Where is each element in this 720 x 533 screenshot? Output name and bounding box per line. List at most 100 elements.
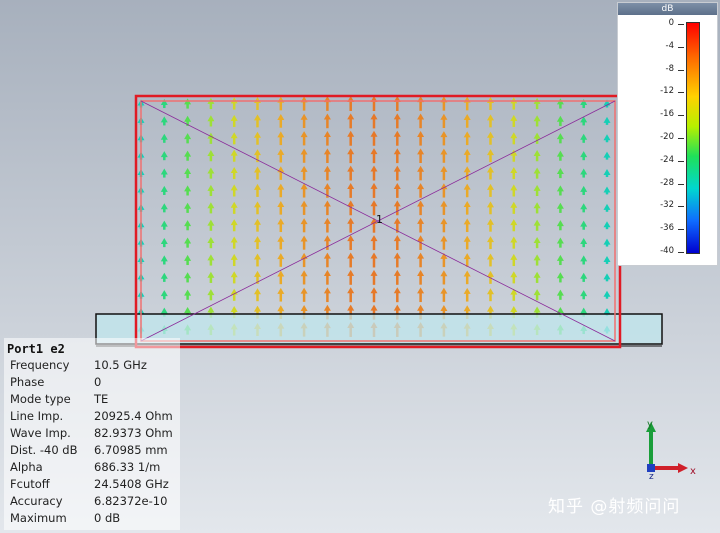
legend-tick-label: -28 — [660, 177, 674, 188]
info-value: 0 dB — [94, 511, 121, 525]
x-axis-label: x — [690, 466, 696, 477]
field-arrow — [533, 132, 541, 144]
field-arrow — [463, 166, 471, 180]
field-arrow — [347, 96, 355, 111]
legend-tick-label: -20 — [660, 132, 674, 142]
field-arrow — [160, 151, 168, 161]
legend-tick-label: -12 — [660, 86, 674, 97]
field-arrow — [300, 270, 308, 285]
field-arrow — [556, 150, 564, 161]
field-arrow — [254, 114, 261, 128]
field-arrow — [580, 238, 588, 248]
field-arrow — [254, 288, 261, 302]
field-arrow — [417, 130, 425, 146]
field-arrow — [603, 238, 611, 247]
legend-tick-label: -16 — [660, 109, 674, 120]
field-arrow — [160, 116, 168, 126]
field-arrow — [184, 98, 192, 109]
field-arrow — [417, 270, 425, 285]
field-arrow — [580, 185, 588, 195]
field-arrow — [463, 287, 471, 302]
field-arrow — [417, 287, 425, 303]
field-arrow — [207, 150, 215, 162]
field-arrow — [160, 133, 168, 143]
field-arrow — [417, 183, 425, 198]
field-arrow — [347, 235, 355, 251]
field-arrow — [510, 253, 518, 267]
info-label: Dist. -40 dB — [10, 443, 78, 457]
field-arrow — [393, 200, 401, 216]
field-arrow — [463, 200, 471, 215]
field-arrow — [393, 252, 401, 268]
field-arrow — [323, 217, 331, 233]
field-arrow — [184, 254, 192, 266]
info-label: Mode type — [10, 392, 71, 406]
field-arrow — [184, 220, 192, 231]
legend-tick-mark — [678, 138, 684, 139]
field-arrow — [323, 270, 331, 285]
field-arrow — [580, 290, 588, 300]
field-arrow — [556, 202, 564, 213]
field-arrow — [603, 151, 611, 160]
field-arrow — [300, 183, 308, 198]
field-arrow — [510, 201, 518, 214]
field-arrow — [393, 130, 401, 146]
field-arrow — [487, 218, 494, 232]
field-arrow — [580, 255, 588, 265]
field-arrow — [207, 184, 215, 197]
info-label: Phase — [10, 375, 45, 389]
info-label: Line Imp. — [10, 409, 64, 423]
field-arrow — [533, 271, 541, 283]
field-arrow — [230, 219, 238, 232]
watermark: 知乎 @射频问问 — [548, 497, 681, 517]
field-arrow — [254, 131, 261, 145]
info-value: 6.82372e-10 — [94, 494, 168, 508]
field-arrow — [207, 167, 215, 179]
info-row-fcutoff: Fcutoff 24.5408 GHz — [10, 477, 180, 494]
info-label: Maximum — [10, 511, 67, 525]
info-value: 6.70985 mm — [94, 443, 168, 457]
field-arrow — [160, 185, 168, 195]
field-arrow — [510, 271, 518, 284]
legend-tick-mark — [678, 229, 684, 231]
field-arrow — [254, 166, 261, 180]
field-arrow — [184, 133, 192, 144]
field-arrow — [277, 218, 285, 233]
field-arrow — [347, 200, 355, 216]
field-arrow — [184, 150, 192, 161]
3d-viewport[interactable]: 1 Port1 e2 Frequency 10.5 GHz Phase 0 Mo… — [0, 0, 720, 533]
field-arrow — [323, 200, 331, 216]
legend-tick-mark — [678, 69, 684, 71]
field-arrow — [463, 218, 471, 233]
field-arrow — [603, 169, 611, 178]
info-value: 10.5 GHz — [94, 358, 147, 372]
field-arrow — [184, 185, 192, 196]
field-arrow — [300, 165, 308, 181]
port-mode-title: Port1 e2 — [7, 342, 65, 356]
field-arrow — [277, 131, 285, 146]
y-axis-label: y — [647, 419, 653, 430]
field-arrow — [347, 165, 355, 181]
info-row-wave-imp: Wave Imp. 82.9373 Ohm — [10, 426, 180, 443]
field-arrow — [417, 96, 425, 111]
field-arrow — [277, 253, 285, 267]
field-arrow — [580, 133, 588, 143]
field-arrow — [440, 218, 448, 233]
z-axis-label: z — [649, 472, 654, 480]
field-arrow — [393, 113, 401, 129]
legend-tick-mark — [678, 24, 684, 25]
field-arrow — [370, 96, 378, 111]
color-legend[interactable]: dB 0 -4 -8 -12 -16 -20 -24 -28 -32 -36 -40 — [617, 2, 718, 266]
info-row-frequency: Frequency 10.5 GHz — [10, 358, 180, 375]
legend-tick-mark — [678, 92, 684, 94]
field-arrow — [510, 166, 518, 180]
field-arrow — [603, 116, 611, 125]
field-arrow — [393, 182, 401, 198]
field-arrow — [487, 288, 494, 302]
info-value: 686.33 1/m — [94, 460, 161, 474]
x-arrow-head — [678, 463, 688, 473]
field-arrow — [487, 149, 494, 163]
field-arrow — [487, 131, 494, 145]
field-arrow — [463, 183, 471, 198]
field-arrow — [440, 113, 448, 129]
